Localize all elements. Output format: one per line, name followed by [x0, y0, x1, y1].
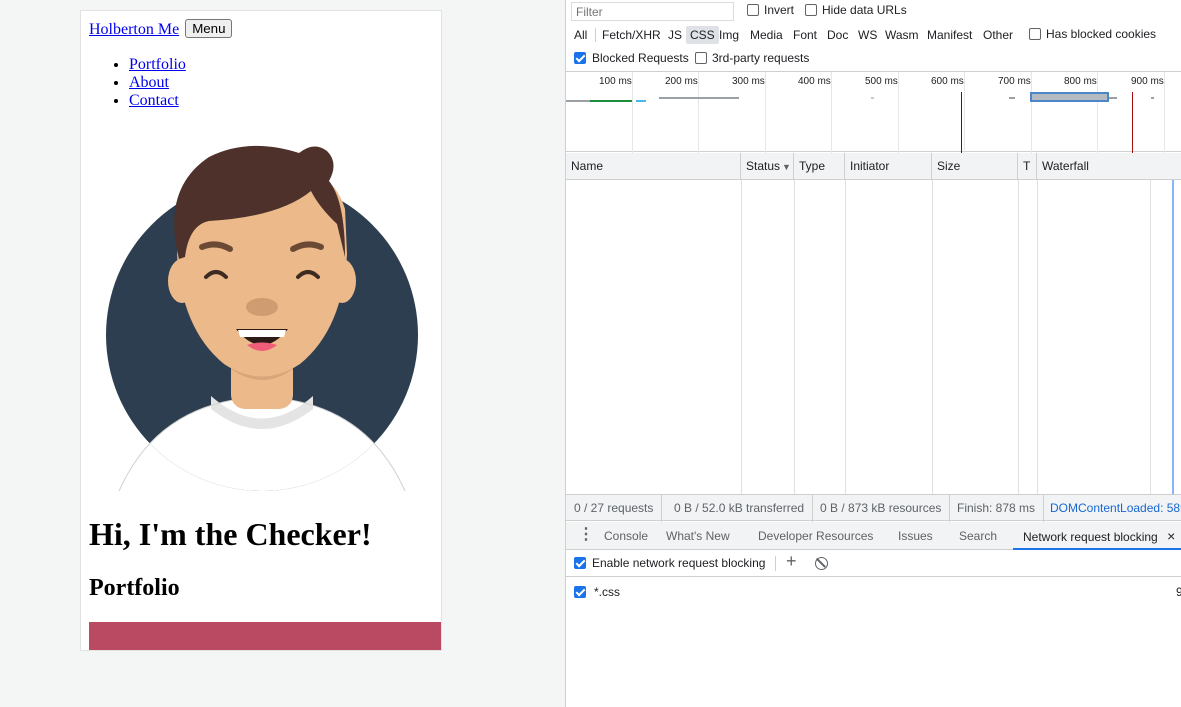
has-blocked-cookies-checkbox[interactable] [1029, 28, 1041, 40]
timeline-tick-label: 500 ms [865, 76, 898, 87]
site-header: Holberton Me Menu [89, 19, 233, 39]
drawer-more-icon[interactable]: ⋮ [578, 522, 594, 550]
invert-checkbox[interactable] [747, 4, 759, 16]
timeline-tick-label: 800 ms [1064, 76, 1097, 87]
timeline-selection[interactable] [1030, 92, 1109, 102]
type-wasm-button[interactable]: Wasm [881, 26, 923, 44]
type-manifest-button[interactable]: Manifest [923, 26, 976, 44]
summary-requests: 0 / 27 requests [566, 495, 663, 522]
type-media-button[interactable]: Media [746, 26, 787, 44]
type-css-button[interactable]: CSS [686, 26, 719, 44]
type-ws-button[interactable]: WS [854, 26, 881, 44]
drawer-tab-network-request-blocking[interactable]: Network request blocking × [1013, 522, 1181, 550]
timeline-tick-label: 700 ms [998, 76, 1031, 87]
filter-input[interactable] [571, 2, 734, 21]
type-other-button[interactable]: Other [979, 26, 1017, 44]
network-summary-bar: 0 / 27 requests 0 B / 52.0 kB transferre… [566, 494, 1181, 522]
drawer-tab-developer-resources[interactable]: Developer Resources [758, 522, 873, 550]
hide-data-urls-checkbox[interactable] [805, 4, 817, 16]
site-home-link[interactable]: Holberton Me [89, 21, 179, 38]
request-table-body [566, 180, 1181, 494]
drawer-tab-issues[interactable]: Issues [898, 522, 933, 550]
blocked-requests-label: Blocked Requests [592, 51, 689, 65]
type-fetch-xhr-button[interactable]: Fetch/XHR [598, 26, 665, 44]
avatar-illustration [106, 145, 418, 492]
hide-data-urls-label: Hide data URLs [822, 3, 907, 17]
timeline-tick-label: 200 ms [665, 76, 698, 87]
devtools-panel: Invert Hide data URLs All Fetch/XHR JS C… [565, 0, 1181, 707]
pattern-text: *.css [594, 585, 621, 599]
summary-transferred: 0 B / 52.0 kB transferred [666, 495, 814, 522]
portfolio-heading: Portfolio [89, 575, 180, 601]
load-event-marker [1132, 92, 1133, 153]
type-font-button[interactable]: Font [789, 26, 821, 44]
sort-desc-icon: ▼ [782, 162, 791, 172]
avatar-nose [246, 298, 278, 316]
type-img-button[interactable]: Img [715, 26, 743, 44]
summary-resources: 0 B / 873 kB resources [812, 495, 951, 522]
summary-dom-content-loaded: DOMContentLoaded: 589 ms [1050, 501, 1181, 515]
nav-item-about: About [129, 74, 186, 92]
request-table-header: Name Status ▼ Type Initiator Size T Water… [566, 153, 1181, 180]
timeline-tick-label: 600 ms [931, 76, 964, 87]
column-initiator-header[interactable]: Initiator [845, 153, 932, 180]
add-pattern-icon[interactable]: + [786, 551, 797, 571]
blocked-requests-checkbox[interactable] [574, 52, 586, 64]
enable-blocking-label: Enable network request blocking [592, 556, 766, 570]
timeline-tick-label: 400 ms [798, 76, 831, 87]
summary-finish: Finish: 878 ms [949, 495, 1045, 522]
column-status-label: Status [746, 159, 781, 173]
toolbar-separator [775, 556, 776, 571]
drawer-tab-console[interactable]: Console [604, 522, 648, 550]
column-status-header[interactable]: Status ▼ [741, 153, 794, 180]
blocking-pattern-row[interactable]: *.css 9 [566, 578, 1181, 606]
column-time-header[interactable]: T [1018, 153, 1037, 180]
type-doc-button[interactable]: Doc [823, 26, 852, 44]
close-tab-icon[interactable]: × [1167, 528, 1175, 544]
enable-blocking-checkbox[interactable] [574, 557, 586, 569]
request-blocking-toolbar: Enable network request blocking + [566, 550, 1181, 577]
third-party-checkbox[interactable] [695, 52, 707, 64]
type-separator [595, 28, 596, 42]
timeline-overview[interactable]: 100 ms 200 ms 300 ms 400 ms 500 ms 600 m… [566, 71, 1181, 153]
nav-item-contact: Contact [129, 92, 186, 110]
nav-link-portfolio[interactable]: Portfolio [129, 56, 186, 73]
has-blocked-cookies-label: Has blocked cookies [1046, 27, 1157, 41]
menu-button[interactable]: Menu [185, 19, 233, 38]
hero-title: Hi, I'm the Checker! [89, 516, 372, 552]
column-name-header[interactable]: Name [566, 153, 741, 180]
timeline-tick-label: 300 ms [732, 76, 765, 87]
nav-link-about[interactable]: About [129, 74, 169, 91]
drawer-tab-search[interactable]: Search [959, 522, 997, 550]
third-party-label: 3rd-party requests [712, 51, 810, 65]
emulated-page: Holberton Me Menu Portfolio About Contac… [80, 10, 442, 651]
column-size-header[interactable]: Size [932, 153, 1018, 180]
type-js-button[interactable]: JS [664, 26, 686, 44]
nav-link-contact[interactable]: Contact [129, 92, 179, 109]
type-all-button[interactable]: All [570, 26, 591, 44]
remove-all-patterns-icon[interactable] [815, 557, 828, 570]
column-type-header[interactable]: Type [794, 153, 845, 180]
pattern-blocked-count: 9 [1176, 585, 1181, 599]
invert-label: Invert [764, 3, 795, 17]
timeline-tick-label: 100 ms [599, 76, 632, 87]
nav-list: Portfolio About Contact [89, 56, 186, 110]
drawer-tab-whats-new[interactable]: What's New [666, 522, 730, 550]
timeline-tick-label: 900 ms [1131, 76, 1164, 87]
portfolio-banner [89, 622, 441, 650]
dom-content-loaded-marker [961, 92, 962, 153]
pattern-enabled-checkbox[interactable] [574, 586, 586, 598]
drawer-tab-network-request-blocking-label: Network request blocking [1023, 530, 1158, 544]
drawer-tab-strip: ⋮ Console What's New Developer Resources… [566, 522, 1181, 550]
column-waterfall-header[interactable]: Waterfall [1037, 153, 1181, 180]
nav-item-portfolio: Portfolio [129, 56, 186, 74]
